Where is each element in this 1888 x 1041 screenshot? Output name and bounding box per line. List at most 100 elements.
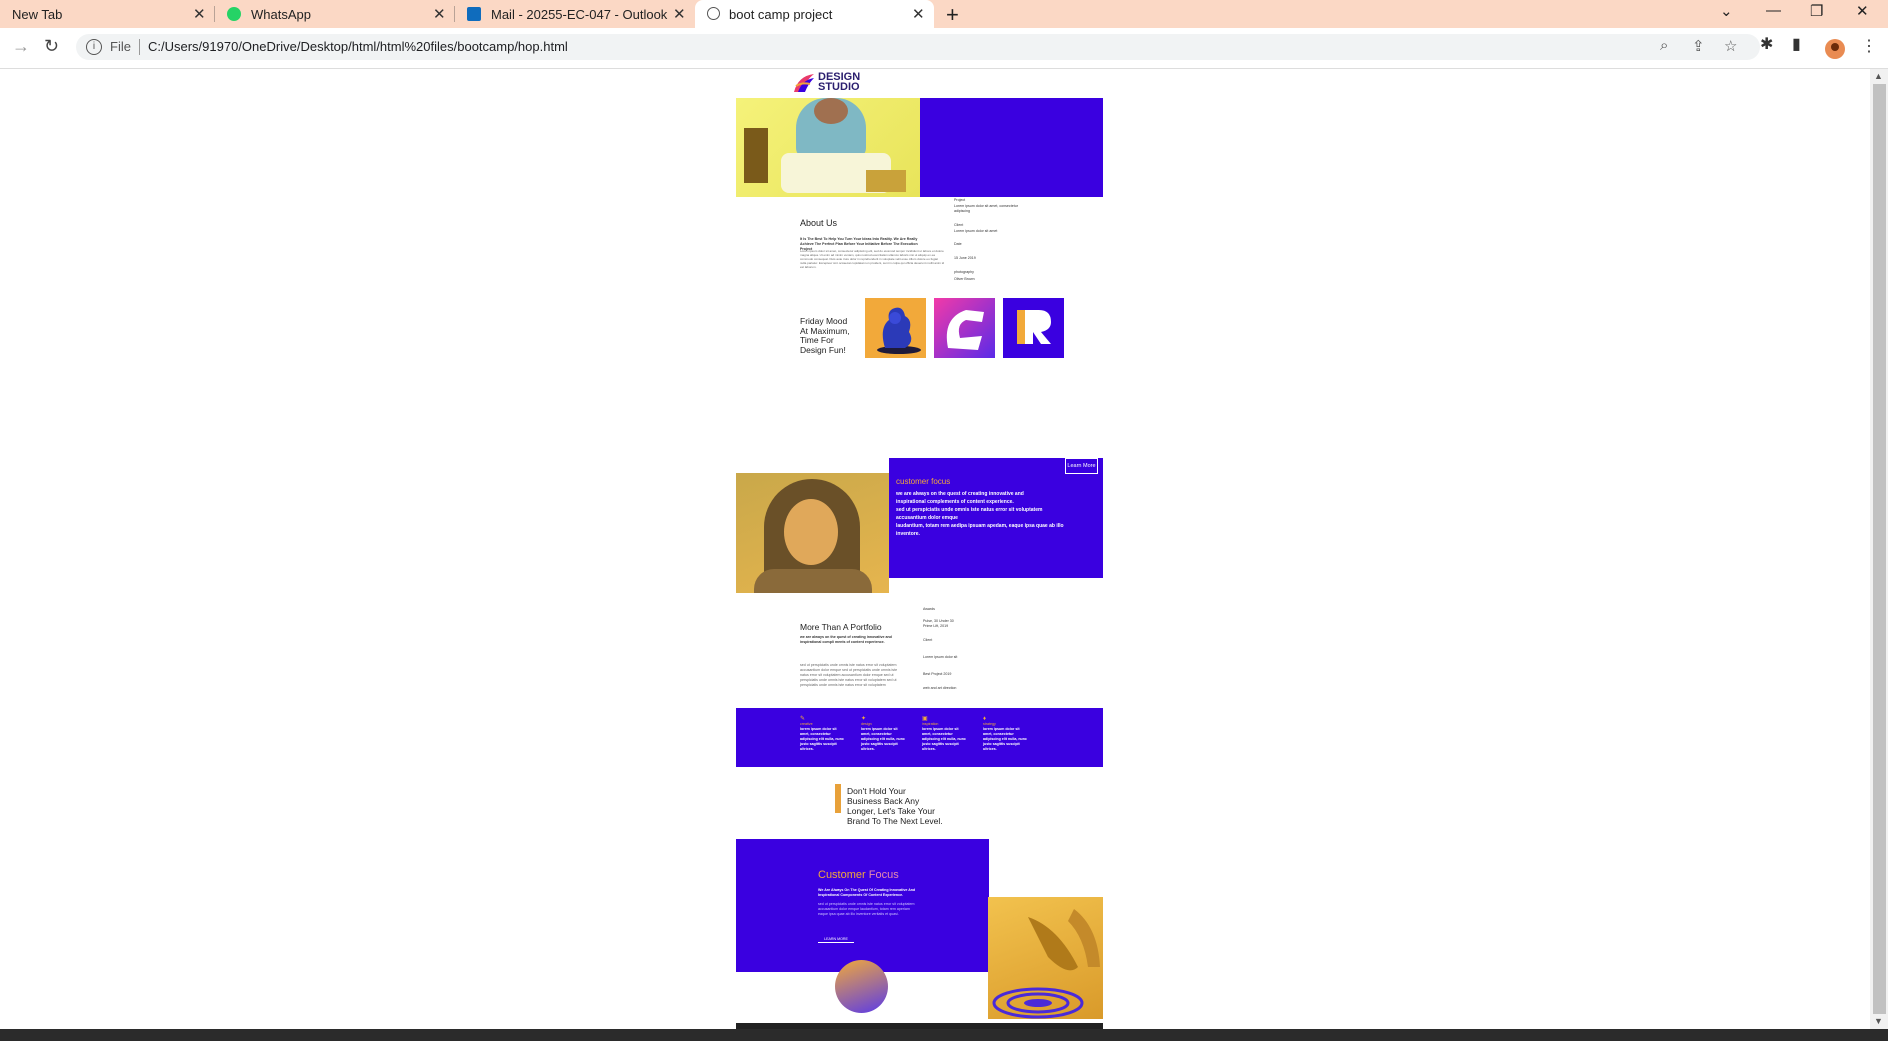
gallery-image-r-letter[interactable] <box>1003 298 1064 358</box>
side-panel-icon[interactable]: ▮ <box>1792 34 1801 54</box>
extensions-icon[interactable]: ✱ <box>1760 34 1773 54</box>
portfolio-meta-value: Best Project 2019 <box>923 672 952 676</box>
focus2-title-b: Focus <box>868 869 899 881</box>
cta-line: Longer, Let's Take Your <box>847 806 935 816</box>
portfolio-meta-label: Client <box>923 638 933 642</box>
hero-meta-value: Oliver Brown <box>954 277 975 281</box>
url-text[interactable]: C:/Users/91970/OneDrive/Desktop/html/htm… <box>148 39 568 54</box>
address-divider <box>139 39 140 55</box>
tab-title: boot camp project <box>729 7 833 22</box>
tab-title: Mail - 20255-EC-047 - Outlook <box>491 7 668 22</box>
new-tab-icon[interactable]: + <box>946 2 959 28</box>
close-window-icon[interactable]: ✕ <box>1856 2 1869 20</box>
feature-item: ✎ creative lorem ipsum dolor sit amet, c… <box>800 716 846 752</box>
focus-card-line: accusantium dolor emque <box>896 515 958 521</box>
focus2-title: Customer Focus <box>818 869 899 881</box>
hero-meta-label: Project <box>954 198 966 202</box>
whatsapp-icon <box>227 7 241 21</box>
tab-search-chevron-icon[interactable]: ⌄ <box>1720 2 1733 20</box>
outlook-icon <box>467 7 481 21</box>
cta-heading: Don't Hold Your Business Back Any Longer… <box>847 786 943 826</box>
friday-heading: Friday Mood At Maximum, Time For Design … <box>800 316 850 355</box>
friday-line: Design Fun! <box>800 344 846 355</box>
hero-meta-label: photography <box>954 270 974 274</box>
letter-art-icon <box>946 310 984 350</box>
reload-icon[interactable]: ↻ <box>44 36 59 57</box>
scroll-up-icon[interactable]: ▲ <box>1874 71 1883 81</box>
tab-title: WhatsApp <box>251 7 311 22</box>
scrollbar-thumb[interactable] <box>1873 84 1886 1014</box>
learn-more-button[interactable]: Learn More <box>1065 458 1098 474</box>
cta-line: Business Back Any <box>847 796 920 806</box>
tab-boot-camp-project[interactable]: boot camp project ✕ <box>695 0 934 28</box>
browser-toolbar: → ↻ i File C:/Users/91970/OneDrive/Deskt… <box>0 28 1888 69</box>
cta-line: Brand To The Next Level. <box>847 816 943 826</box>
hero-meta-label: Date <box>954 242 962 246</box>
logo-mark-icon <box>794 74 814 92</box>
focus2-title-a: Customer <box>818 869 866 881</box>
portfolio-meta-value: web and art direction <box>923 686 957 690</box>
close-icon[interactable]: ✕ <box>433 5 446 23</box>
zoom-icon[interactable]: ⌕ <box>1660 37 1668 54</box>
footer-strip <box>736 1023 1103 1029</box>
bookmark-star-icon[interactable]: ☆ <box>1724 37 1737 55</box>
menu-icon[interactable]: ⋮ <box>1861 36 1877 56</box>
portfolio-lead: we are always on the quest of creating i… <box>800 635 892 644</box>
tab-strip: New Tab ✕ WhatsApp ✕ Mail - 20255-EC-047… <box>0 0 1888 28</box>
feature-item: ▣ inspiration lorem ipsum dolor sit amet… <box>922 716 968 752</box>
address-bar[interactable]: i File C:/Users/91970/OneDrive/Desktop/h… <box>76 34 1760 60</box>
tab-outlook[interactable]: Mail - 20255-EC-047 - Outlook ✕ <box>455 0 694 28</box>
letter-r-art-icon <box>1017 310 1051 344</box>
feature-item: ♦ strategy lorem ipsum dolor sit amet, c… <box>983 716 1029 752</box>
cta-line: Don't Hold Your <box>847 786 906 796</box>
focus-card-line: we are always on the quest of creating i… <box>896 491 1024 497</box>
sculpture-art-icon <box>877 307 921 354</box>
hero-meta-value: 15 June 2019 <box>954 256 976 260</box>
close-icon[interactable]: ✕ <box>193 5 206 23</box>
web-page: DESIGN STUDIO Project Lorem ipsum dolor … <box>736 69 1103 1029</box>
minimize-icon[interactable]: — <box>1766 2 1781 19</box>
portfolio-title: More Than A Portfolio <box>800 622 882 632</box>
feature-text: lorem ipsum dolor sit amet, consectetur … <box>922 727 966 751</box>
cta-accent-bar <box>835 784 841 813</box>
close-icon[interactable]: ✕ <box>912 5 925 23</box>
focus-card-line: sed ut perspiciatis unde omnis iste natu… <box>896 507 1043 513</box>
feature-text: lorem ipsum dolor sit amet, consectetur … <box>800 727 844 751</box>
site-logo[interactable]: DESIGN STUDIO <box>792 71 882 95</box>
focus2-photo <box>988 897 1103 1019</box>
about-title: About Us <box>800 218 838 228</box>
focus-card-line: inventore. <box>896 531 920 537</box>
focus2-learn-more-button[interactable]: LEARN MORE <box>818 937 854 943</box>
focus-portrait <box>736 473 889 593</box>
about-body: Lorem ipsum dolor sit amet, consectetur … <box>800 249 945 269</box>
profile-avatar[interactable] <box>1825 39 1845 59</box>
feature-item: ✦ design lorem ipsum dolor sit amet, con… <box>861 716 907 752</box>
scheme-label: File <box>110 39 131 54</box>
restore-icon[interactable]: ❐ <box>1810 2 1823 20</box>
focus2-body: sed ut perspiciatis unde omnis iste natu… <box>818 902 915 916</box>
focus-card-line: inspirational complements of content exp… <box>896 499 1014 505</box>
close-icon[interactable]: ✕ <box>673 5 686 23</box>
hero-meta-value: Lorem ipsum dolor sit amet, consectetur … <box>954 204 1018 213</box>
gallery-image-g-letter[interactable] <box>934 298 995 358</box>
focus2-lead: We Are Always On The Quest Of Creating I… <box>818 888 916 897</box>
features-band <box>736 708 1103 767</box>
hero-photo <box>736 98 920 197</box>
scroll-down-icon[interactable]: ▼ <box>1874 1016 1883 1026</box>
tab-new-tab[interactable]: New Tab ✕ <box>0 0 214 28</box>
gallery-image-sculpture[interactable] <box>865 298 926 358</box>
feature-text: lorem ipsum dolor sit amet, consectetur … <box>983 727 1027 751</box>
share-icon[interactable]: ⇪ <box>1692 37 1705 55</box>
portfolio-meta-value: Lorem ipsum dolor sit <box>923 655 958 659</box>
portfolio-meta-label: Awards <box>923 607 935 611</box>
portfolio-body: sed ut perspiciatis unde omnis iste natu… <box>800 663 898 687</box>
hero-purple-block <box>920 98 1103 197</box>
info-icon[interactable]: i <box>86 39 102 55</box>
tab-whatsapp[interactable]: WhatsApp ✕ <box>215 0 454 28</box>
hero-meta-label: Client <box>954 223 964 227</box>
target-art-icon <box>992 909 1100 1019</box>
forward-icon[interactable]: → <box>12 36 30 57</box>
gradient-orb <box>835 960 888 1013</box>
tab-title: New Tab <box>12 7 63 22</box>
logo-line-2: STUDIO <box>818 81 860 93</box>
